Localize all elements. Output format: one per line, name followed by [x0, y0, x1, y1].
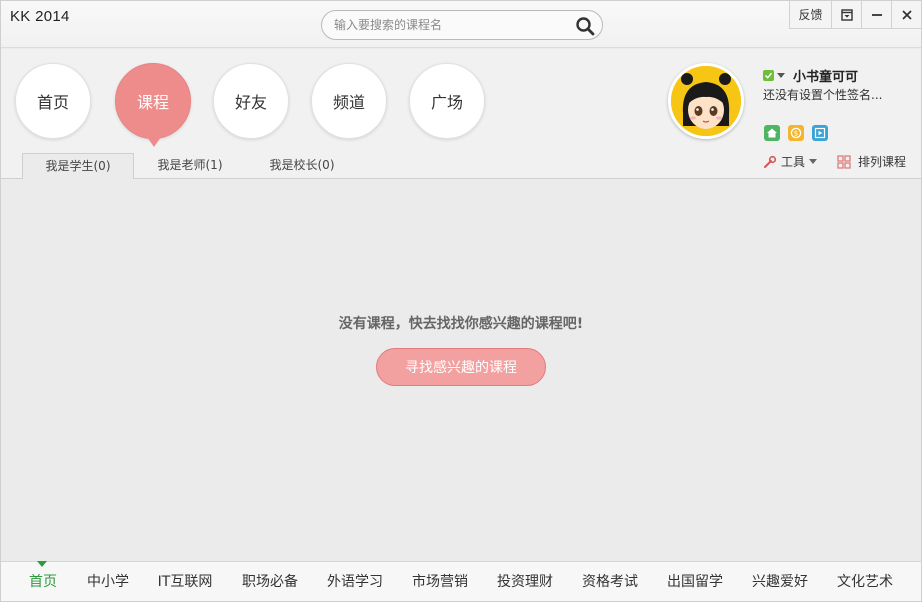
window-controls: 反馈 [789, 1, 921, 29]
app-window: KK 2014 反馈 [0, 0, 922, 602]
search-input[interactable] [334, 16, 564, 34]
category-exams[interactable]: 资格考试 [575, 562, 645, 601]
video-mini-button[interactable] [812, 125, 828, 141]
svg-text:$: $ [794, 130, 798, 138]
category-home[interactable]: 首页 [17, 562, 69, 601]
search-icon [576, 17, 595, 36]
nav-courses[interactable]: 课程 [115, 63, 191, 147]
check-icon [764, 72, 773, 79]
category-hobbies[interactable]: 兴趣爱好 [745, 562, 815, 601]
avatar[interactable] [668, 63, 744, 139]
feedback-button[interactable]: 反馈 [789, 1, 831, 29]
play-icon [814, 127, 826, 139]
category-k12[interactable]: 中小学 [79, 562, 137, 601]
close-icon [901, 9, 912, 20]
dropdown-box-icon [840, 8, 853, 21]
category-arts[interactable]: 文化艺术 [830, 562, 900, 601]
role-tabs: 我是学生(0) 我是老师(1) 我是校长(0) [1, 151, 921, 180]
coin-icon: $ [790, 127, 802, 139]
category-language[interactable]: 外语学习 [320, 562, 390, 601]
online-status-icon[interactable] [763, 70, 774, 81]
user-name-row: 小书童可可 [763, 66, 858, 85]
search-button[interactable] [574, 15, 596, 37]
course-list-area: 没有课程，快去找找你感兴趣的课程吧! 寻找感兴趣的课程 [1, 179, 921, 561]
nav-friends[interactable]: 好友 [213, 63, 289, 139]
tab-student[interactable]: 我是学生(0) [22, 153, 134, 180]
category-finance[interactable]: 投资理财 [490, 562, 560, 601]
user-name: 小书童可可 [793, 70, 859, 85]
nav-channels[interactable]: 频道 [311, 63, 387, 139]
category-bar: 首页 中小学 IT互联网 职场必备 外语学习 市场营销 投资理财 资格考试 出国… [1, 561, 921, 601]
minimize-button[interactable] [861, 1, 891, 29]
app-title: KK 2014 [10, 8, 70, 25]
close-button[interactable] [891, 1, 921, 29]
coin-mini-button[interactable]: $ [788, 125, 804, 141]
category-career[interactable]: 职场必备 [235, 562, 305, 601]
skin-button[interactable] [831, 1, 861, 29]
status-dropdown-icon[interactable] [777, 73, 785, 78]
title-bar: KK 2014 反馈 [1, 1, 921, 48]
category-it[interactable]: IT互联网 [151, 562, 219, 601]
user-quick-icons: $ [764, 125, 828, 141]
empty-message: 没有课程，快去找找你感兴趣的课程吧! [338, 316, 584, 332]
category-study-abroad[interactable]: 出国留学 [660, 562, 730, 601]
nav-home[interactable]: 首页 [15, 63, 91, 139]
house-icon [767, 128, 777, 138]
nav-area: 首页 课程 好友 频道 广场 小书童可可 还没有设置个性签名... $ 工具 排… [1, 49, 921, 180]
find-courses-button[interactable]: 寻找感兴趣的课程 [376, 348, 546, 386]
tab-teacher[interactable]: 我是老师(1) [134, 153, 246, 180]
avatar-girl-icon [671, 66, 741, 136]
user-signature[interactable]: 还没有设置个性签名... [763, 86, 882, 103]
nav-plaza[interactable]: 广场 [409, 63, 485, 139]
home-mini-button[interactable] [764, 125, 780, 141]
search-box [321, 10, 603, 40]
minimize-icon [871, 13, 882, 16]
tab-principal[interactable]: 我是校长(0) [246, 153, 358, 180]
category-marketing[interactable]: 市场营销 [405, 562, 475, 601]
